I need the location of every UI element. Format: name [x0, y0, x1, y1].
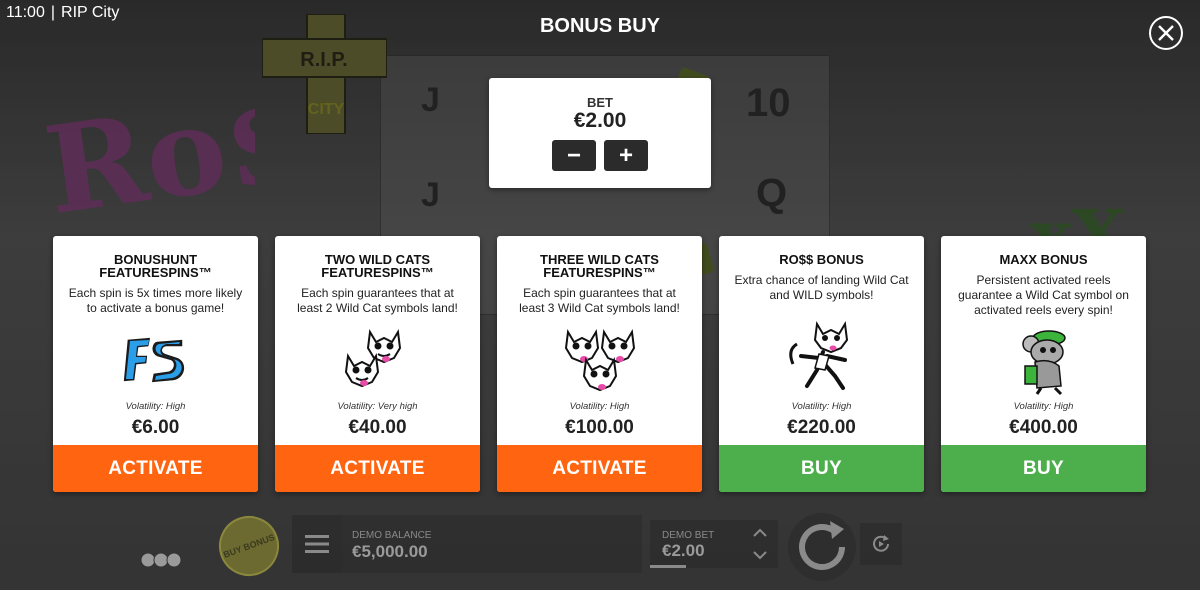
autoplay-button[interactable]: [860, 523, 902, 565]
card-title: TWO WILD CATS FEATURESPINS™: [321, 252, 434, 280]
menu-button[interactable]: [292, 515, 342, 573]
card-volatility: Volatility: High: [1013, 401, 1074, 412]
spin-button[interactable]: [786, 511, 858, 583]
card-title: RO$$ BONUS: [779, 252, 864, 267]
bet-label: BET: [587, 95, 613, 110]
card-price: €220.00: [787, 417, 856, 438]
card-price: €6.00: [131, 417, 180, 438]
autoplay-icon: [873, 535, 889, 552]
card-image: [941, 328, 1146, 396]
bonus-card-ross: RO$$ BONUS Extra chance of landing Wild …: [719, 236, 924, 492]
card-image: [497, 326, 702, 392]
bonus-card-three-wild-cats: THREE WILD CATS FEATURESPINS™ Each spin …: [497, 236, 702, 492]
card-price: €400.00: [1009, 417, 1078, 438]
maxx-rat-icon: [1021, 330, 1066, 396]
mini-cats-icon: [140, 552, 182, 568]
demo-bet-underline: [650, 565, 686, 568]
bonus-card-two-wild-cats: TWO WILD CATS FEATURESPINS™ Each spin gu…: [275, 236, 480, 492]
chevron-updown-icon: [753, 528, 767, 560]
card-volatility: Volatility: High: [125, 401, 186, 412]
card-description: Extra chance of landing Wild Cat and WIL…: [734, 273, 909, 302]
activate-button[interactable]: ACTIVATE: [275, 445, 480, 492]
demo-bet-label: DEMO BET: [662, 530, 715, 541]
card-title: MAXX BONUS: [999, 252, 1088, 267]
modal-title: BONUS BUY: [539, 15, 660, 37]
card-volatility: Volatility: High: [569, 401, 630, 412]
activate-button[interactable]: ACTIVATE: [497, 445, 702, 492]
close-button[interactable]: [1149, 16, 1183, 50]
bet-increase-button[interactable]: +: [604, 140, 648, 171]
card-volatility: Volatility: Very high: [337, 401, 418, 412]
close-icon: [1158, 25, 1174, 41]
fs-logo-icon: [121, 336, 185, 384]
ross-cat-icon: [788, 321, 848, 390]
activate-button[interactable]: ACTIVATE: [53, 445, 258, 492]
bonus-cards: BONUSHUNT FEATURESPINS™ Each spin is 5x …: [53, 236, 1146, 492]
card-description: Each spin guarantees that at least 2 Wil…: [297, 286, 458, 315]
bonus-card-maxx: MAXX BONUS Persistent activated reels gu…: [941, 236, 1146, 492]
card-title: BONUSHUNT FEATURESPINS™: [99, 252, 212, 280]
card-description: Each spin is 5x times more likely to act…: [68, 286, 243, 315]
balance-display: DEMO BALANCE €5,000.00: [342, 515, 642, 573]
card-volatility: Volatility: High: [791, 401, 852, 412]
demo-bet-selector[interactable]: DEMO BET €2.00: [650, 520, 778, 568]
demo-bet-value: €2.00: [662, 541, 705, 560]
bet-value: €2.00: [573, 109, 627, 132]
hamburger-menu-icon: [305, 535, 329, 553]
card-image: [53, 326, 258, 392]
card-image: [719, 320, 924, 392]
balance-value: €5,000.00: [352, 542, 428, 561]
card-title: THREE WILD CATS FEATURESPINS™: [540, 252, 659, 280]
card-description: Each spin guarantees that at least 3 Wil…: [519, 286, 680, 315]
bet-stepper: − +: [489, 140, 711, 171]
two-cats-icon: [344, 329, 401, 388]
card-price: €40.00: [348, 417, 407, 438]
three-cats-icon: [564, 329, 635, 392]
card-price: €100.00: [565, 417, 634, 438]
balance-label: DEMO BALANCE: [352, 530, 432, 541]
card-image: [275, 326, 480, 392]
spin-icon: [788, 513, 856, 581]
bet-decrease-button[interactable]: −: [552, 140, 596, 171]
card-description: Persistent activated reels guarantee a W…: [958, 273, 1129, 317]
buy-button[interactable]: BUY: [719, 445, 924, 492]
bet-panel: BET €2.00 − +: [489, 78, 711, 188]
buy-button[interactable]: BUY: [941, 445, 1146, 492]
bonus-card-bonushunt: BONUSHUNT FEATURESPINS™ Each spin is 5x …: [53, 236, 258, 492]
